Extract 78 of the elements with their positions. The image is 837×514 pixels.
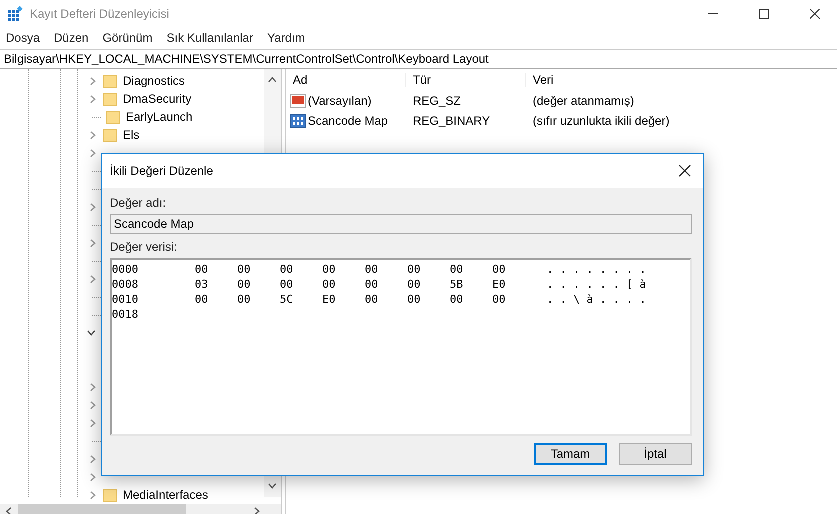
tree-item[interactable]: EarlyLaunch	[126, 110, 193, 124]
menu-item[interactable]: Sık Kullanılanlar	[166, 31, 254, 45]
collapse-chevron-icon[interactable]	[87, 330, 96, 336]
maximize-icon[interactable]	[759, 9, 769, 19]
ascii-text: . . . . . . [ à	[547, 278, 646, 291]
hex-byte: 5B	[450, 278, 464, 291]
window-title: Kayıt Defteri Düzenleyicisi	[30, 7, 170, 21]
menu-item[interactable]: Düzen	[54, 31, 89, 45]
expand-chevron-icon[interactable]	[90, 238, 96, 248]
binary-value-icon	[290, 113, 306, 129]
hex-byte: 00	[195, 263, 210, 276]
tree-item[interactable]: MediaInterfaces	[123, 488, 208, 502]
value-type: REG_SZ	[412, 94, 462, 108]
hex-byte: 00	[450, 263, 464, 276]
menu-item[interactable]: Görünüm	[102, 31, 153, 45]
hex-offset: 0018	[112, 308, 140, 321]
hex-byte: 00	[408, 293, 422, 306]
tree-item[interactable]: Diagnostics	[123, 74, 186, 88]
value-name[interactable]: Scancode Map	[308, 114, 388, 128]
ascii-text: . . . . . . . .	[547, 263, 646, 276]
scroll-left-icon[interactable]	[6, 507, 12, 514]
hex-offset: 0008	[112, 278, 140, 291]
hex-editor[interactable]: 0000 00 00 00 00 00 00 00 00 . . . . . . . . 0008 03 00 00 00 00 00 5B E0 . . . . . . [ à 0010 00 00 5C E0 00 00 00 00 . . \ à . . . . 0018	[110, 258, 692, 436]
hex-byte: 00	[450, 293, 464, 306]
column-header[interactable]: Tür	[406, 73, 526, 87]
field-label: Değer adı:	[110, 196, 168, 210]
expand-chevron-icon[interactable]	[90, 274, 96, 284]
column-header[interactable]: Ad	[286, 73, 406, 87]
field-label: Değer verisi:	[110, 240, 178, 254]
hex-byte: 00	[365, 293, 380, 306]
dialog-button[interactable]: Tamam	[534, 443, 607, 465]
hex-offset: 0010	[112, 293, 140, 306]
hex-byte: 00	[408, 263, 422, 276]
hex-byte: 03	[195, 278, 210, 291]
hex-byte: 00	[322, 263, 337, 276]
folder-icon	[103, 488, 117, 502]
hex-byte: E0	[322, 293, 337, 306]
registry-icon	[7, 6, 23, 22]
folder-icon	[103, 128, 117, 142]
tree-item[interactable]: DmaSecurity	[123, 92, 192, 106]
hex-byte: 00	[280, 278, 294, 291]
hex-byte: 00	[238, 263, 252, 276]
tree-item[interactable]: Els	[123, 128, 140, 142]
hex-byte: 00	[238, 278, 252, 291]
dialog-title: İkili Değeri Düzenle	[110, 164, 214, 178]
close-icon[interactable]	[679, 165, 691, 177]
scroll-right-icon[interactable]	[254, 507, 260, 514]
value-data: (değer atanmamış)	[532, 94, 636, 108]
hex-byte: 00	[408, 278, 422, 291]
hex-byte: 00	[492, 293, 507, 306]
expand-chevron-icon[interactable]	[90, 202, 96, 212]
dialog-button[interactable]: İptal	[619, 443, 692, 465]
string-value-icon	[290, 93, 306, 109]
hex-byte: 00	[322, 278, 337, 291]
scroll-down-icon[interactable]	[268, 483, 277, 489]
address-bar[interactable]: Bilgisayar\HKEY_LOCAL_MACHINE\SYSTEM\CurrentControlSet\Control\Keyboard Layout	[0, 49, 837, 69]
folder-icon	[106, 110, 120, 124]
value-name[interactable]: (Varsayılan)	[308, 94, 372, 108]
menu-item[interactable]: Yardım	[267, 31, 306, 45]
close-icon[interactable]	[810, 9, 820, 19]
menu-item[interactable]: Dosya	[6, 31, 40, 45]
hex-byte: 00	[238, 293, 252, 306]
hex-byte: E0	[492, 278, 507, 291]
folder-icon	[103, 74, 117, 88]
folder-icon	[103, 92, 117, 106]
hex-byte: 00	[492, 263, 507, 276]
hex-byte: 5C	[280, 293, 294, 306]
hex-byte: 00	[280, 263, 294, 276]
value-type: REG_BINARY	[412, 114, 492, 128]
hex-offset: 0000	[112, 263, 140, 276]
ascii-text: . . \ à . . . .	[547, 293, 646, 306]
hex-byte: 00	[195, 293, 210, 306]
column-header[interactable]: Veri	[526, 73, 726, 87]
value-data: (sıfır uzunlukta ikili değer)	[532, 114, 671, 128]
scroll-up-icon[interactable]	[268, 77, 277, 83]
value-name-field[interactable]: Scancode Map	[110, 214, 692, 234]
hex-byte: 00	[365, 263, 380, 276]
hex-byte: 00	[365, 278, 380, 291]
